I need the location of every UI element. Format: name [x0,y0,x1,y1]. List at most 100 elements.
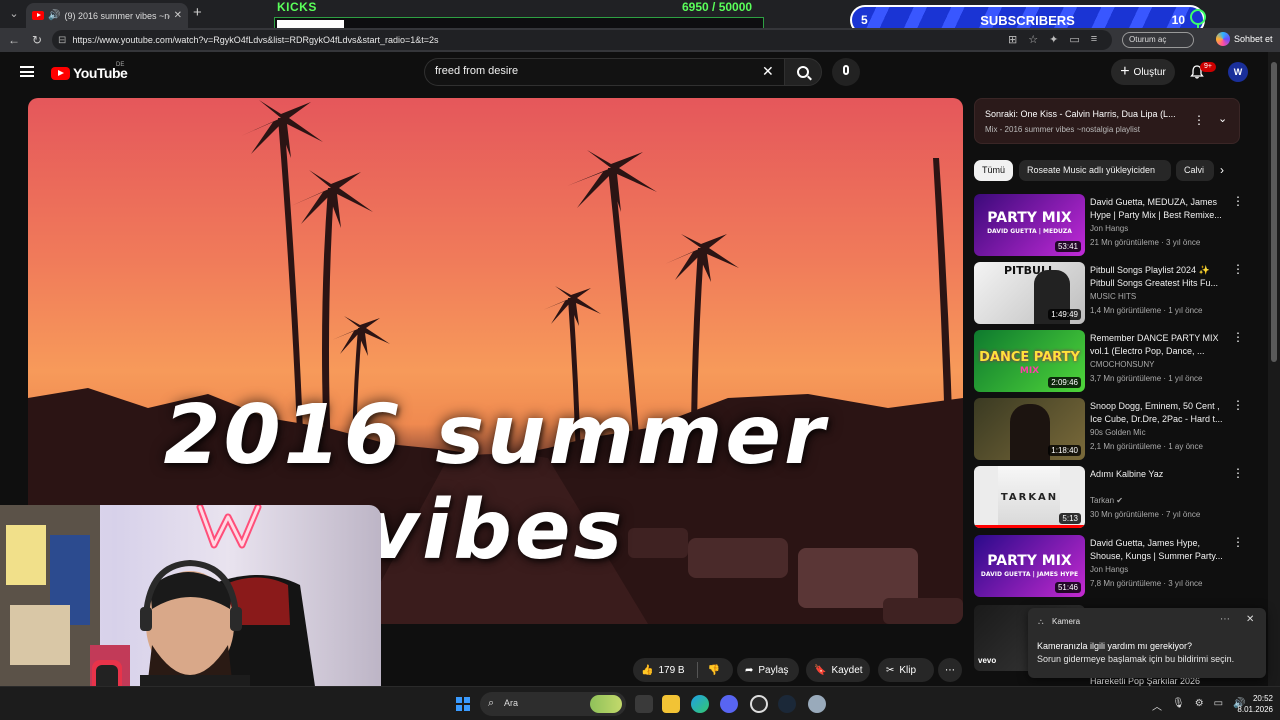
tray-app-icon[interactable]: ⚙ [1195,698,1204,713]
video-more-icon[interactable]: ⋮ [1232,466,1244,480]
favorites-icon[interactable]: ≡ [1091,33,1097,46]
video-meta: 1,4 Mn görüntüleme · 1 yıl önce [1090,306,1203,315]
more-actions-button[interactable]: ⋯ [938,658,962,682]
video-title[interactable]: David Guetta, MEDUZA, James Hype | Party… [1090,196,1230,222]
hamburger-menu-icon[interactable] [20,66,34,77]
taskbar-clock[interactable]: 20:52 8.01.2026 [1233,693,1273,715]
microphone-tray-icon[interactable]: 🎙 [1172,698,1185,713]
discord-icon[interactable] [720,695,738,713]
list-item[interactable]: 1:18:40 Snoop Dogg, Eminem, 50 Cent , Ic… [974,398,1244,460]
page-scrollbar[interactable] [1268,52,1280,686]
video-more-icon[interactable]: ⋮ [1232,262,1244,276]
tray-chevron-up-icon[interactable]: ︿ [1152,698,1162,713]
split-screen-icon[interactable]: ▭ [1069,33,1079,46]
tab-list-chevron-icon[interactable]: ⌄ [4,4,24,24]
search-clear-icon[interactable]: ✕ [762,63,774,79]
scrollbar-thumb[interactable] [1271,62,1277,362]
reload-icon[interactable]: ↻ [29,32,45,48]
chip-calvin[interactable]: Calvi [1176,160,1214,181]
video-channel[interactable]: 90s Golden Mic [1090,428,1146,437]
list-item[interactable]: TARKAN 5:13 Adımı Kalbine Yaz Tarkan ✔ 3… [974,466,1244,528]
video-title[interactable]: Pitbull Songs Playlist 2024 ✨ Pitbull So… [1090,264,1230,290]
chip-uploader[interactable]: Roseate Music adlı yükleyiciden [1019,160,1171,181]
list-item[interactable]: DANCE PARTY MIX 2:09:46 Remember DANCE P… [974,330,1244,392]
settings-gear-icon[interactable] [808,695,826,713]
video-channel[interactable]: MUSIC HITS [1090,292,1136,301]
region-code: DE [116,62,125,68]
youtube-favicon-icon [32,11,44,20]
search-input[interactable] [435,65,755,77]
video-thumbnail[interactable]: DANCE PARTY MIX 2:09:46 [974,330,1085,392]
audio-playing-icon[interactable]: 🔊 [48,10,60,21]
expand-chevron-down-icon[interactable]: ⌄ [1218,112,1227,125]
video-title[interactable]: Remember DANCE PARTY MIX vol.1 (Electro … [1090,332,1230,358]
video-channel[interactable]: Tarkan ✔ [1090,496,1123,505]
site-info-icon[interactable]: ⊟ [58,35,66,46]
voice-search-button[interactable] [832,58,860,86]
kicks-goal-label: KICKS [277,0,317,14]
thumbs-down-icon: 👎 [707,664,721,676]
steam-icon[interactable] [778,695,796,713]
chips-next-arrow-icon[interactable]: › [1220,163,1224,177]
windows-start-icon[interactable] [456,697,470,711]
save-bookmark-icon: 🔖 [814,664,827,676]
tab-close-icon[interactable]: ✕ [174,10,182,21]
copilot-chat-button[interactable]: Sohbet et [1216,32,1273,46]
system-tray: ︿ 🎙 ⚙ ▭ 🔊 [1152,698,1246,713]
video-title[interactable]: David Guetta, James Hype, Shouse, Kungs … [1090,537,1230,563]
task-view-icon[interactable] [635,695,653,713]
video-meta: 2,1 Mn görüntüleme · 1 ay önce [1090,442,1203,451]
search-button[interactable] [784,58,822,86]
save-label: Kaydet [831,664,863,676]
video-title[interactable]: Adımı Kalbine Yaz [1090,468,1230,481]
video-duration: 51:46 [1054,582,1081,593]
video-more-icon[interactable]: ⋮ [1232,330,1244,344]
bookmark-star-icon[interactable]: ☆ [1028,33,1038,46]
playlist-up-next-panel[interactable]: Sonraki: One Kiss - Calvin Harris, Dua L… [974,98,1240,144]
list-item[interactable]: PITBULL 1:49:49 Pitbull Songs Playlist 2… [974,262,1244,324]
save-button[interactable]: 🔖 Kaydet [806,658,870,682]
video-channel[interactable]: Jon Hangs [1090,565,1128,574]
share-button[interactable]: ➦ Paylaş [737,658,799,682]
create-button[interactable]: + Oluştur [1111,59,1175,85]
video-thumbnail[interactable]: 1:18:40 [974,398,1085,460]
browser-tab-active[interactable]: 🔊 (9) 2016 summer vibes ~nostalgia playl… [26,3,188,28]
toast-close-icon[interactable]: ✕ [1246,614,1254,625]
camera-notification-toast[interactable]: ⛬ Kamera ⋯ ✕ Kameranızla ilgili yardım m… [1028,608,1266,678]
list-item[interactable]: PARTY MIX DAVID GUETTA | MEDUZA 53:41 Da… [974,194,1244,256]
video-thumbnail[interactable]: PITBULL 1:49:49 [974,262,1085,324]
video-thumbnail[interactable]: PARTY MIX DAVID GUETTA | MEDUZA 53:41 [974,194,1085,256]
clip-button[interactable]: ✂ Klip [878,658,934,682]
video-duration: 1:49:49 [1048,309,1081,320]
video-more-icon[interactable]: ⋮ [1232,194,1244,208]
video-title[interactable]: Snoop Dogg, Eminem, 50 Cent , Ice Cube, … [1090,400,1230,426]
file-explorer-icon[interactable] [662,695,680,713]
up-next-more-icon[interactable]: ⋮ [1193,113,1205,127]
plus-icon: + [1120,63,1130,80]
video-thumbnail[interactable]: TARKAN 5:13 [974,466,1085,528]
install-app-icon[interactable]: ⊞ [1008,33,1017,46]
edge-browser-icon[interactable] [691,695,709,713]
address-bar[interactable]: ⊟ https://www.youtube.com/watch?v=RgykO4… [52,30,1112,50]
chip-all[interactable]: Tümü [974,160,1013,181]
list-item[interactable]: PARTY MIX DAVID GUETTA | JAMES HYPE 51:4… [974,535,1244,597]
extensions-puzzle-icon[interactable]: ✦ [1049,33,1058,46]
back-arrow-icon[interactable]: ← [6,32,22,48]
video-channel[interactable]: CMOCHONSUNY [1090,360,1154,369]
video-more-icon[interactable]: ⋮ [1232,535,1244,549]
create-label: Oluştur [1133,66,1166,78]
dislike-button[interactable]: 👎 [700,658,728,682]
video-more-icon[interactable]: ⋮ [1232,398,1244,412]
taskbar-search[interactable]: ⌕ Ara [480,692,626,716]
windows-taskbar: ⌕ Ara ︿ 🎙 ⚙ ▭ 🔊 20:52 8.01.2026 [0,686,1280,720]
network-icon[interactable]: ▭ [1214,698,1223,713]
video-channel[interactable]: Jon Hangs [1090,224,1128,233]
toast-options-icon[interactable]: ⋯ [1220,614,1230,625]
video-thumbnail[interactable]: PARTY MIX DAVID GUETTA | JAMES HYPE 51:4… [974,535,1085,597]
thumbnail-text: TARKAN [1000,492,1059,503]
account-avatar[interactable]: W [1228,62,1248,82]
new-tab-plus-icon[interactable]: + [193,4,202,22]
address-url[interactable]: https://www.youtube.com/watch?v=RgykO4fL… [72,35,438,45]
profile-sign-in-button[interactable]: Oturum aç [1122,32,1194,48]
obs-icon[interactable] [750,695,768,713]
